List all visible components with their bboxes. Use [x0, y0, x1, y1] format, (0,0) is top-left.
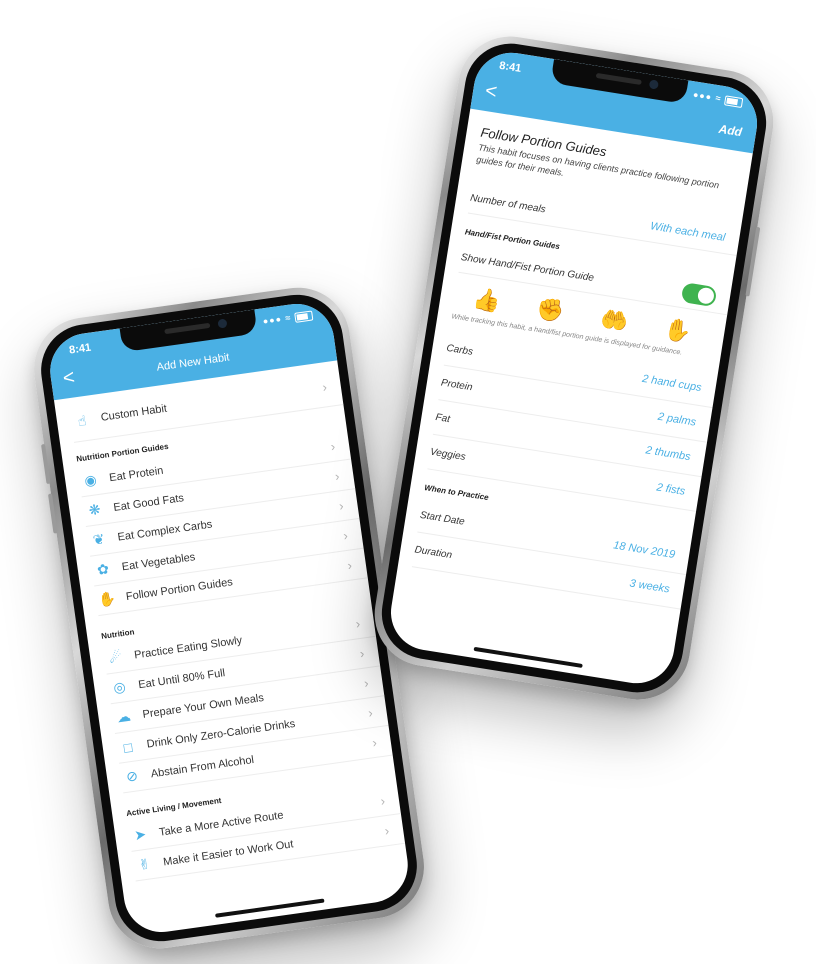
chevron-right-icon: › — [342, 527, 349, 544]
avocado-icon: ❋ — [87, 500, 102, 519]
chevron-right-icon: › — [346, 557, 353, 573]
hand-wave-icon: ✌ — [137, 855, 152, 873]
volume-button — [41, 443, 51, 485]
portion-value: 2 palms — [656, 410, 697, 429]
add-button[interactable]: Add — [718, 122, 743, 139]
chevron-right-icon: › — [358, 645, 366, 662]
chef-hat-icon: ☁ — [115, 707, 132, 726]
hand-pointer-icon: ☝ — [76, 411, 88, 429]
status-time: 8:41 — [498, 59, 523, 75]
right-screen: 8:41 ●●● ≈ < Add Follow Portion Guides T… — [385, 47, 763, 689]
glass-icon: □ — [122, 738, 134, 756]
battery-icon — [294, 310, 314, 323]
chevron-right-icon: › — [338, 498, 345, 514]
habit-detail: Follow Portion Guides This habit focuses… — [386, 109, 753, 689]
right-phone: 8:41 ●●● ≈ < Add Follow Portion Guides T… — [367, 29, 781, 707]
portion-value: 2 fists — [655, 481, 686, 498]
chevron-right-icon: › — [379, 793, 386, 809]
duration-value: 3 weeks — [628, 577, 671, 596]
chevron-right-icon: › — [367, 705, 374, 721]
meals-label: Number of meals — [469, 192, 547, 216]
status-icons: ●●● ≈ — [262, 309, 314, 327]
chevron-right-icon: › — [383, 822, 391, 839]
vegetable-icon: ✿ — [96, 560, 110, 578]
chevron-right-icon: › — [329, 438, 337, 455]
plate-icon: ◎ — [112, 678, 127, 696]
turtle-icon: ☄ — [108, 648, 123, 666]
palm-icon: ✋ — [662, 315, 694, 345]
cupped-hand-icon: 🤲 — [598, 305, 630, 335]
chevron-right-icon: › — [363, 675, 370, 691]
chevron-right-icon: › — [354, 615, 362, 632]
status-time: 8:41 — [68, 341, 92, 357]
thumb-icon: 👍 — [471, 285, 503, 315]
leaf-icon: ❦ — [91, 530, 106, 549]
runner-icon: ➤ — [133, 825, 148, 844]
portion-guide-toggle[interactable] — [680, 282, 718, 308]
fist-icon: ✊ — [535, 295, 567, 325]
battery-icon — [724, 94, 744, 108]
status-icons: ●●● ≈ — [692, 89, 744, 108]
left-phone: 8:41 ●●● ≈ < Add New Habit ☝ Custom Habi… — [27, 280, 431, 956]
hand-icon: ✋ — [97, 589, 117, 608]
steak-icon: ◉ — [83, 471, 98, 489]
left-screen: 8:41 ●●● ≈ < Add New Habit ☝ Custom Habi… — [45, 299, 413, 937]
no-alcohol-icon: ⊘ — [125, 767, 139, 785]
chevron-right-icon: › — [333, 468, 341, 484]
meals-value: With each meal — [649, 220, 727, 244]
portion-value: 2 hand cups — [641, 372, 703, 395]
start-date-value: 18 Nov 2019 — [612, 539, 676, 562]
volume-button — [47, 493, 58, 534]
chevron-right-icon: › — [321, 378, 328, 395]
portion-value: 2 thumbs — [644, 444, 692, 464]
chevron-right-icon: › — [371, 734, 378, 751]
back-button[interactable]: < — [484, 80, 499, 104]
